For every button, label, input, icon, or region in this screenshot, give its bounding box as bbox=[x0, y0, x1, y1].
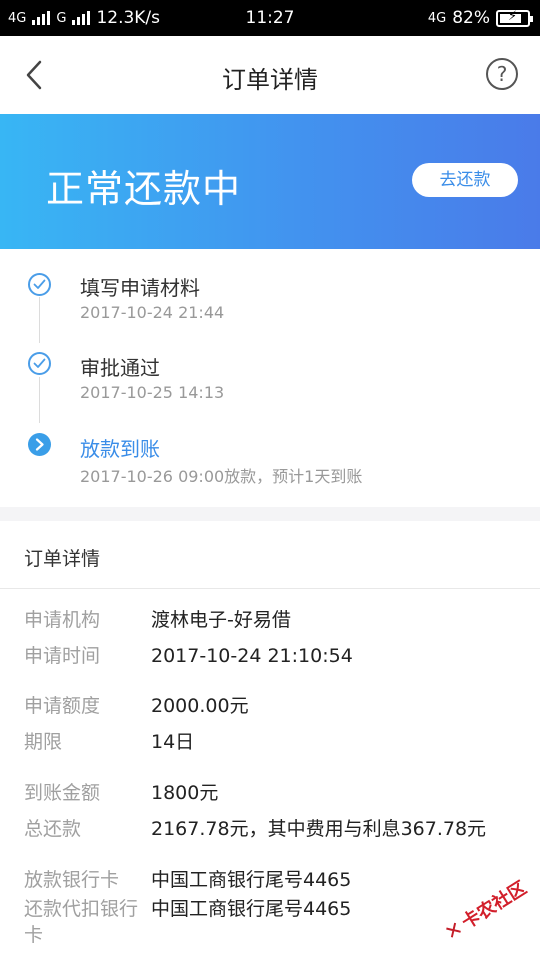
timeline-step-title: 审批通过 bbox=[80, 356, 160, 380]
detail-label: 期限 bbox=[24, 731, 63, 753]
timeline-step-time: 2017-10-24 21:44 bbox=[80, 303, 225, 322]
network-type-3: 4G bbox=[427, 10, 447, 26]
timeline-connector bbox=[39, 297, 40, 343]
progress-timeline: 填写申请材料 2017-10-24 21:44 审批通过 2017-10-25 … bbox=[0, 249, 540, 507]
detail-value: 14日 bbox=[151, 731, 195, 753]
section-divider bbox=[0, 507, 540, 521]
repayment-status: 正常还款中 bbox=[46, 167, 242, 211]
chevron-right-icon bbox=[28, 433, 51, 456]
detail-value: 2167.78元，其中费用与利息367.78元 bbox=[151, 818, 487, 840]
status-banner: 正常还款中 去还款 bbox=[0, 114, 540, 249]
timeline-step-time: 2017-10-26 09:00放款，预计1天到账 bbox=[80, 467, 363, 486]
detail-value: 中国工商银行尾号4465 bbox=[151, 869, 352, 891]
timeline-step-time: 2017-10-25 14:13 bbox=[80, 383, 225, 402]
check-icon bbox=[28, 352, 51, 375]
timeline-connector bbox=[39, 377, 40, 423]
detail-label: 还款代扣银行卡 bbox=[24, 898, 139, 946]
detail-label: 申请额度 bbox=[24, 695, 101, 717]
detail-value: 2000.00元 bbox=[151, 695, 249, 717]
status-right: 4G 82% ⚡ bbox=[427, 8, 533, 28]
battery-percent: 82% bbox=[452, 8, 490, 28]
status-bar: 4G G 12.3K/s 11:27 4G 82% ⚡ bbox=[0, 0, 540, 36]
help-icon[interactable]: ? bbox=[486, 58, 518, 90]
detail-value: 2017-10-24 21:10:54 bbox=[151, 645, 353, 667]
detail-label: 到账金额 bbox=[24, 782, 101, 804]
detail-label: 申请时间 bbox=[24, 645, 101, 667]
navigation-bar: 订单详情 ? bbox=[0, 36, 540, 114]
timeline-step-title: 填写申请材料 bbox=[80, 276, 200, 300]
repay-button[interactable]: 去还款 bbox=[412, 163, 518, 197]
detail-label: 放款银行卡 bbox=[24, 869, 120, 891]
battery-icon: ⚡ bbox=[496, 8, 533, 27]
detail-value: 1800元 bbox=[151, 782, 219, 804]
section-title: 订单详情 bbox=[24, 548, 101, 570]
detail-value: 中国工商银行尾号4465 bbox=[151, 898, 352, 920]
timeline-step-title: 放款到账 bbox=[80, 437, 160, 461]
detail-label: 申请机构 bbox=[24, 609, 101, 631]
check-icon bbox=[28, 273, 51, 296]
divider bbox=[0, 588, 540, 589]
charging-icon: ⚡ bbox=[508, 8, 518, 24]
detail-value: 渡林电子-好易借 bbox=[151, 609, 291, 631]
page-title: 订单详情 bbox=[222, 66, 318, 94]
detail-label: 总还款 bbox=[24, 818, 82, 840]
